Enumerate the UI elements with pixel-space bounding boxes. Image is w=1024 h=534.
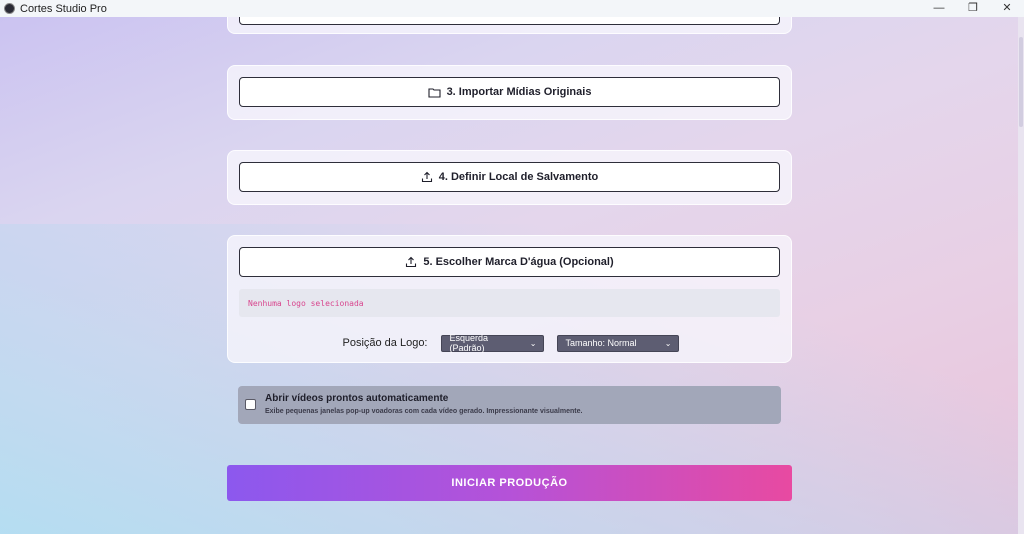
title-bar: Cortes Studio Pro — ❐ ✕	[0, 0, 1024, 17]
logo-status-text: Nenhuma logo selecionada	[239, 289, 780, 317]
auto-open-description: Exibe pequenas janelas pop-up voadoras c…	[265, 408, 583, 415]
logo-size-select[interactable]: Tamanho: Normal ⌄	[556, 334, 679, 352]
previous-step-card	[227, 17, 792, 34]
watermark-label: 5. Escolher Marca D'água (Opcional)	[423, 256, 614, 268]
logo-position-label: Posição da Logo:	[342, 337, 428, 349]
save-location-label: 4. Definir Local de Salvamento	[438, 171, 599, 183]
logo-size-value: Tamanho: Normal	[565, 338, 637, 348]
upload-icon	[406, 256, 417, 268]
save-location-card: 4. Definir Local de Salvamento	[227, 150, 792, 205]
logo-position-value: Esquerda (Padrão)	[449, 333, 489, 353]
window-title: Cortes Studio Pro	[20, 2, 107, 15]
previous-step-button[interactable]	[239, 17, 780, 25]
watermark-card: 5. Escolher Marca D'água (Opcional) Nenh…	[227, 235, 792, 363]
chevron-down-icon: ⌄	[664, 338, 672, 348]
auto-open-option: Abrir vídeos prontos automaticamente Exi…	[238, 386, 781, 424]
window-controls: — ❐ ✕	[922, 0, 1024, 17]
auto-open-checkbox[interactable]	[245, 399, 256, 410]
maximize-button[interactable]: ❐	[956, 0, 990, 17]
upload-icon	[421, 171, 432, 183]
start-production-button[interactable]: INICIAR PRODUÇÃO	[227, 465, 792, 501]
content-area: 3. Importar Mídias Originais 4. Definir …	[0, 17, 1018, 534]
app-logo-icon	[4, 3, 15, 14]
scrollbar-thumb[interactable]	[1019, 37, 1023, 127]
import-media-label: 3. Importar Mídias Originais	[446, 86, 592, 98]
save-location-button[interactable]: 4. Definir Local de Salvamento	[239, 162, 780, 192]
scrollbar[interactable]	[1018, 17, 1024, 534]
auto-open-title: Abrir vídeos prontos automaticamente	[265, 393, 449, 404]
close-button[interactable]: ✕	[990, 0, 1024, 17]
import-media-button[interactable]: 3. Importar Mídias Originais	[239, 77, 780, 107]
import-media-card: 3. Importar Mídias Originais	[227, 65, 792, 120]
chevron-down-icon: ⌄	[529, 338, 537, 348]
minimize-button[interactable]: —	[922, 0, 956, 17]
folder-icon	[428, 87, 441, 98]
watermark-button[interactable]: 5. Escolher Marca D'água (Opcional)	[239, 247, 780, 277]
logo-position-select[interactable]: Esquerda (Padrão) ⌄	[440, 333, 544, 353]
logo-position-row: Posição da Logo: Esquerda (Padrão) ⌄ Tam…	[228, 333, 793, 353]
